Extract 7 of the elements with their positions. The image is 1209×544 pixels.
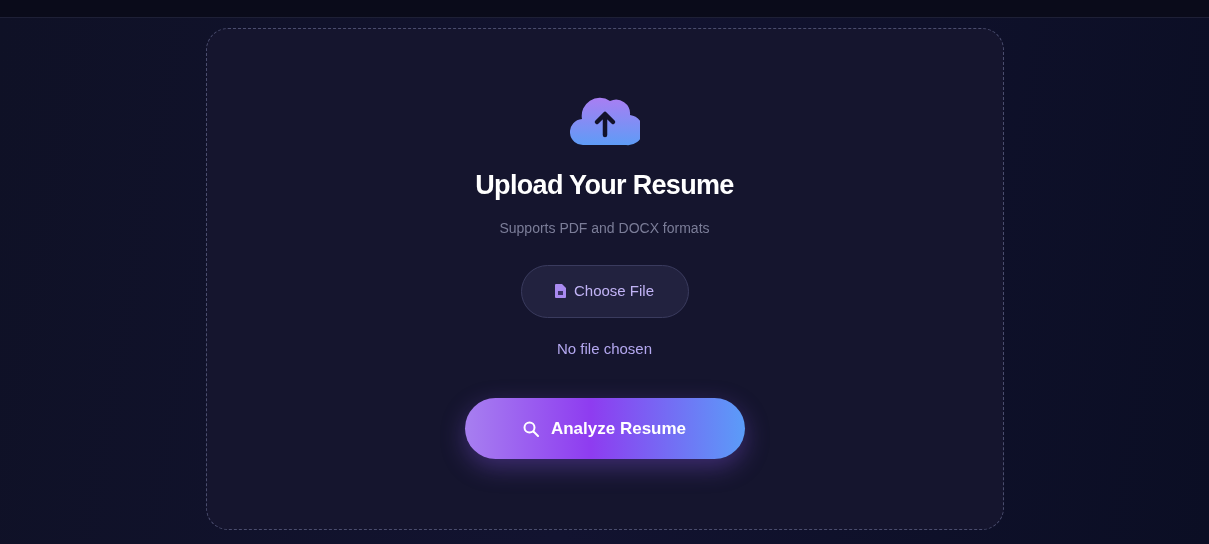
document-icon	[554, 284, 566, 298]
upload-title: Upload Your Resume	[475, 169, 734, 202]
file-status: No file chosen	[556, 338, 653, 359]
upload-subtitle: Supports PDF and DOCX formats	[499, 218, 710, 238]
analyze-resume-button[interactable]: Analyze Resume	[464, 398, 745, 459]
choose-file-button[interactable]: Choose File	[520, 264, 689, 318]
search-icon	[522, 420, 539, 437]
